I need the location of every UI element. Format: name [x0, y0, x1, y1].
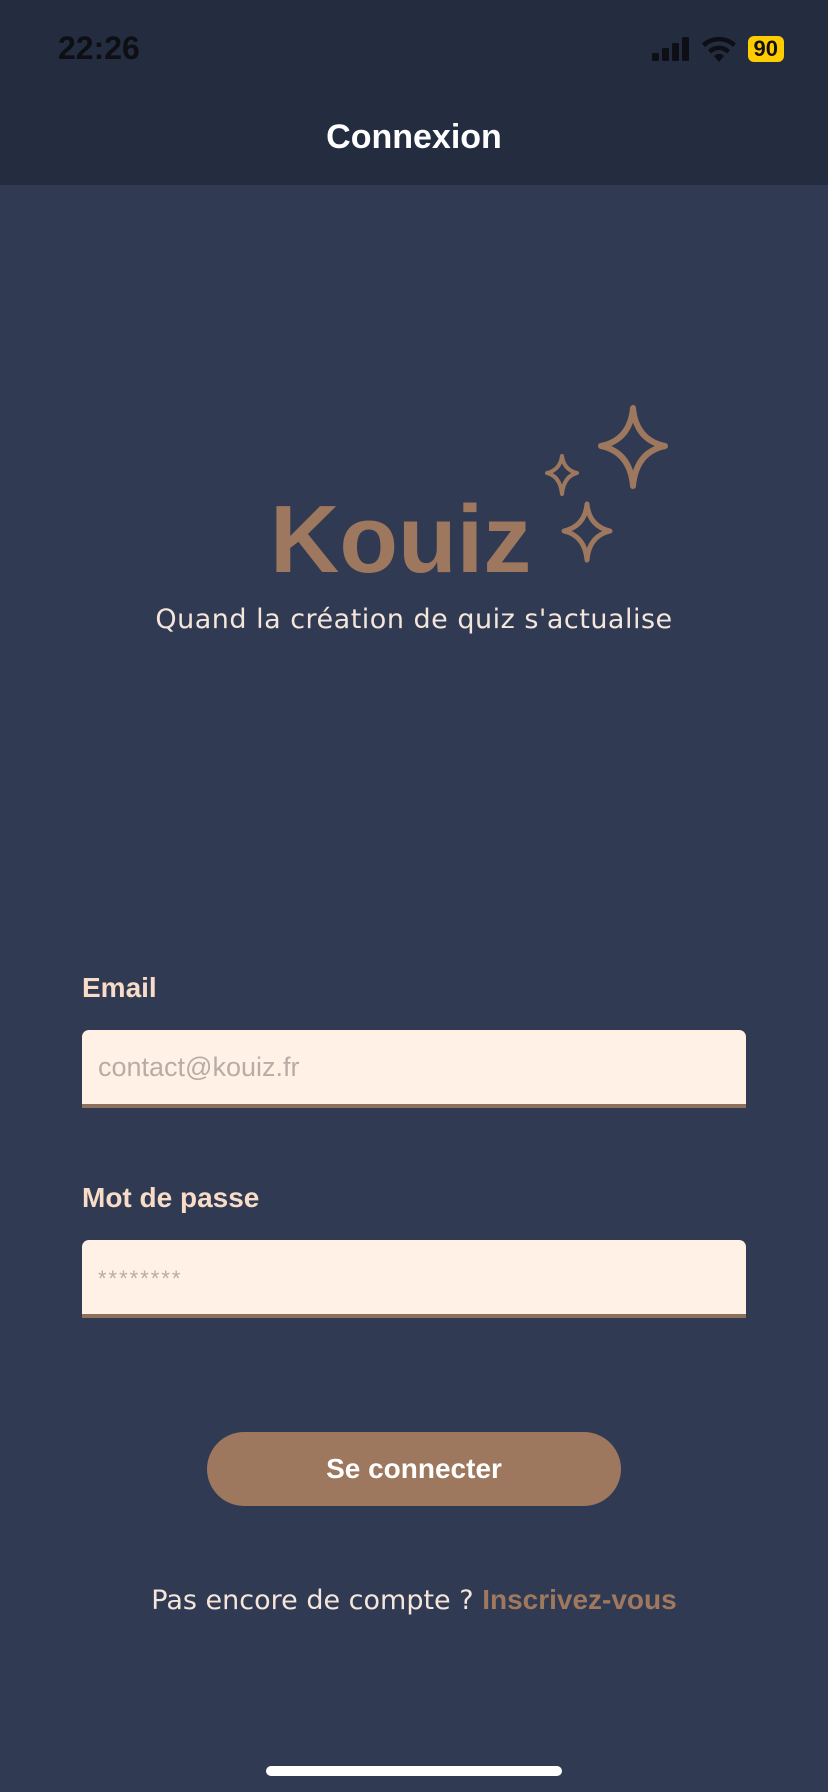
home-indicator [266, 1766, 562, 1776]
cellular-signal-icon [651, 37, 689, 61]
password-label: Mot de passe [82, 1182, 260, 1213]
signup-prompt-line: Pas encore de compte ? Inscrivez-vous [0, 1584, 828, 1616]
svg-text:Kouiz: Kouiz [270, 486, 531, 590]
sparkle-icon [545, 454, 579, 496]
status-icons: 90 [651, 34, 784, 64]
wifi-icon [701, 36, 736, 62]
sparkle-icon [561, 501, 613, 563]
page-title: Connexion [326, 118, 502, 156]
email-label: Email [82, 972, 157, 1003]
sparkle-icon [598, 405, 668, 489]
header-bar: 22:26 90 Connexion [0, 0, 828, 185]
signup-prompt-text: Pas encore de compte ? [151, 1585, 474, 1616]
brand-tagline: Quand la création de quiz s'actualise [155, 604, 673, 635]
status-time: 22:26 [58, 30, 140, 66]
signup-link[interactable]: Inscrivez-vous [482, 1584, 677, 1615]
kouiz-logo: Kouiz [270, 405, 668, 590]
email-field[interactable] [82, 1030, 746, 1108]
password-field[interactable] [82, 1240, 746, 1318]
login-button[interactable]: Se connecter [207, 1432, 621, 1506]
battery-indicator: 90 [747, 36, 784, 62]
